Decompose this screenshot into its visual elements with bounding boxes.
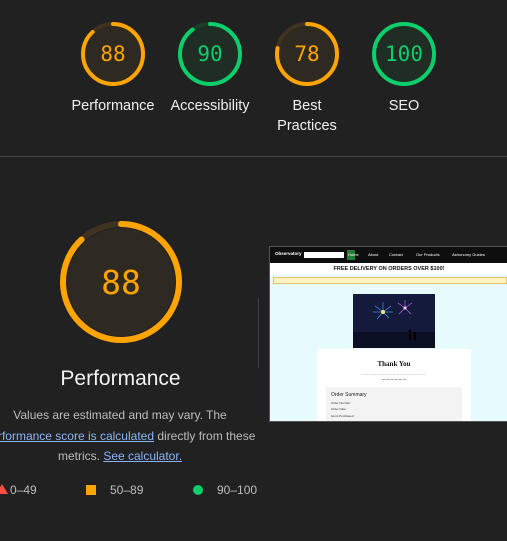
site-navbar: Observatory Home About Contact Our Produ…: [270, 247, 507, 263]
gauge-ring: 90: [178, 22, 242, 86]
gauge-label: Performance: [71, 98, 155, 114]
thank-you-title: Thank You: [377, 360, 411, 368]
pass-circle-icon: [193, 485, 203, 495]
gauge-label: SEO: [388, 98, 420, 114]
score-calculation-link[interactable]: performance score is calculated: [0, 429, 154, 443]
legend-average: 50–89: [110, 483, 144, 497]
performance-title: Performance: [60, 367, 181, 390]
average-square-icon: [86, 485, 96, 495]
site-nav-link: About: [368, 252, 379, 257]
gauge-ring: 100: [372, 22, 436, 86]
order-summary-line: Items Purchased:: [331, 414, 355, 418]
legend-fail: 0–49: [10, 483, 37, 497]
notice-bar: [273, 277, 507, 284]
desc-text: Values are estimated and may vary. The: [13, 408, 227, 422]
thank-you-card: Thank You — — — — — — — — — — — — — — — …: [317, 349, 471, 421]
legend-pass: 90–100: [217, 483, 258, 497]
thank-you-email: — — — — — —: [381, 377, 407, 381]
gauge-score: 78: [294, 42, 319, 66]
promo-banner: FREE DELIVERY ON ORDERS OVER $100!: [270, 263, 507, 275]
final-screenshot-thumbnail[interactable]: Observatory Home About Contact Our Produ…: [269, 246, 507, 422]
gauge-score: 90: [197, 42, 222, 66]
gauge-accessibility[interactable]: 90 Accessibility: [155, 21, 265, 116]
see-calculator-link[interactable]: See calculator.: [103, 449, 182, 463]
fail-triangle-icon: [0, 484, 8, 494]
gauge-performance[interactable]: 88 Performance: [58, 21, 168, 116]
score-legend: 0–49 50–89 90–100: [0, 482, 507, 498]
desc-text-end: metrics.: [57, 449, 100, 463]
desc-text-middle: directly from these: [154, 428, 256, 443]
site-nav-link: Home: [348, 252, 359, 257]
fireworks-image: [353, 294, 435, 348]
gauge-score: 88: [100, 42, 125, 66]
performance-score: 88: [101, 263, 141, 302]
gauge-label: Best Practices: [277, 98, 337, 134]
order-summary-line: Order Date:: [331, 407, 347, 411]
performance-gauge-large: 88: [60, 221, 182, 343]
order-summary-title: Order Summary: [331, 392, 367, 398]
divider: [258, 298, 259, 368]
thank-you-text: — — — — — — — — — — — — — — — — —: [361, 372, 427, 376]
order-summary-line: Order Number:: [331, 401, 352, 405]
order-summary: Order Summary Order Number: Order Date: …: [326, 387, 462, 421]
site-brand: Observatory: [275, 251, 302, 256]
site-nav-link: Astronomy Guides: [452, 252, 485, 257]
gauge-ring: 78: [275, 22, 339, 86]
gauge-ring: 88: [81, 22, 145, 86]
gauge-seo[interactable]: 100 SEO: [349, 21, 459, 116]
gauge-label: Accessibility: [170, 98, 250, 114]
site-search-box: [304, 252, 344, 258]
category-gauges: 88 Performance 90 Accessibility 78 Best …: [0, 0, 507, 157]
gauge-score: 100: [385, 42, 423, 66]
gauge-best-practices[interactable]: 78 Best Practices: [252, 21, 362, 136]
performance-description: Values are estimated and may vary. The p…: [0, 405, 280, 467]
site-nav-link: Contact: [389, 252, 403, 257]
site-nav-link: Our Products: [416, 252, 440, 257]
